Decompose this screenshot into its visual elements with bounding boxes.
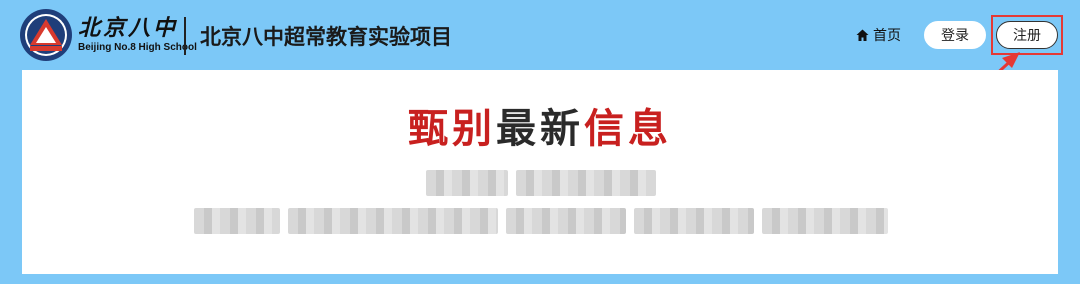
nav-home-label: 首页	[873, 28, 901, 44]
headline-part2: 最新	[496, 106, 584, 152]
site-header: 北京八中 Beijing No.8 High School 北京八中超常教育实验…	[0, 0, 1080, 72]
nav-home-link[interactable]: 首页	[856, 24, 901, 46]
blurred-line-2	[194, 208, 888, 234]
home-icon	[856, 29, 869, 41]
login-button[interactable]: 登录	[924, 21, 986, 49]
main-content-panel: 甄别最新信息	[22, 70, 1058, 274]
headline-part1: 甄别	[408, 106, 496, 152]
logo-english-text: Beijing No.8 High School	[78, 42, 197, 53]
register-highlight-box	[991, 15, 1063, 55]
blurred-text	[516, 170, 656, 196]
blurred-text	[506, 208, 626, 234]
blurred-text	[194, 208, 280, 234]
headline-part3: 信息	[584, 106, 672, 152]
site-title[interactable]: 北京八中超常教育实验项目	[200, 21, 452, 51]
blurred-text	[426, 170, 508, 196]
blurred-line-1	[426, 170, 656, 196]
logo-chinese-text: 北京八中	[78, 15, 179, 41]
blurred-text	[634, 208, 754, 234]
school-emblem-icon	[20, 9, 72, 61]
blurred-text	[762, 208, 888, 234]
blurred-text	[288, 208, 498, 234]
headline: 甄别最新信息	[22, 96, 1058, 154]
header-divider	[184, 17, 186, 55]
